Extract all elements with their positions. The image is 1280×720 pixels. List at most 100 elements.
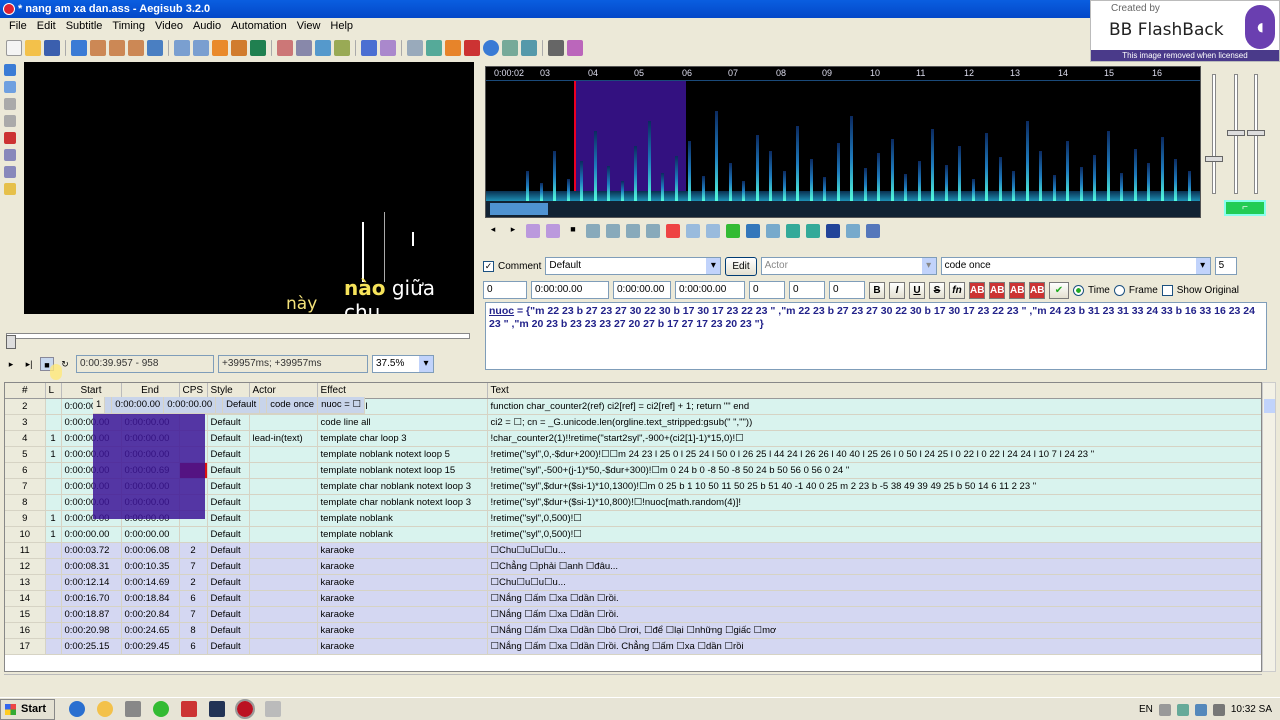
- stop-audio-icon[interactable]: ■: [566, 224, 580, 238]
- cancel-icon[interactable]: [464, 40, 480, 56]
- options-icon[interactable]: [567, 40, 583, 56]
- actor-select[interactable]: Actor: [760, 257, 937, 275]
- jump-video-icon[interactable]: [71, 40, 87, 56]
- tools-icon[interactable]: [548, 40, 564, 56]
- margin-left-field[interactable]: 0: [749, 281, 785, 299]
- play-after-icon[interactable]: [606, 224, 620, 238]
- italic-button[interactable]: I: [889, 281, 905, 299]
- effect-field[interactable]: code once: [940, 257, 1211, 275]
- grid-vertical-scrollbar[interactable]: [1262, 382, 1276, 672]
- col-end[interactable]: End: [121, 383, 180, 399]
- menu-view[interactable]: View: [292, 18, 326, 35]
- audio-selection[interactable]: [574, 81, 686, 203]
- app-icon-5[interactable]: [265, 701, 282, 717]
- jump-end-icon[interactable]: [128, 40, 144, 56]
- font-button[interactable]: fn: [949, 281, 965, 299]
- outline-color-button[interactable]: AB: [1009, 281, 1025, 299]
- timing-postprocessor-icon[interactable]: [296, 40, 312, 56]
- play-to-end-icon[interactable]: [666, 224, 680, 238]
- start-time-field[interactable]: 0:00:00.00: [531, 281, 609, 299]
- col-cps[interactable]: CPS: [179, 383, 208, 399]
- tray-icon[interactable]: [1176, 703, 1189, 716]
- col-effect[interactable]: Effect: [317, 383, 488, 399]
- commit-icon[interactable]: [726, 224, 740, 238]
- bold-button[interactable]: B: [869, 281, 885, 299]
- app-icon-2[interactable]: [153, 701, 170, 717]
- end-time-field[interactable]: 0:00:00.00: [613, 281, 671, 299]
- audio-scrollbar[interactable]: [486, 201, 1200, 217]
- menu-automation[interactable]: Automation: [226, 18, 292, 35]
- app-icon-4[interactable]: [209, 701, 226, 717]
- primary-color-button[interactable]: AB: [969, 281, 985, 299]
- table-row[interactable]: 10 1 0:00:00.00 0:00:00.00 Default template n…: [5, 526, 1261, 543]
- autonext-icon[interactable]: [786, 224, 800, 238]
- browser-icon[interactable]: [69, 701, 86, 717]
- video-details-icon[interactable]: [483, 40, 499, 56]
- table-row[interactable]: 12 0:00:08.31 0:00:10.35 7 Default karaoke ☐Ch…: [5, 558, 1261, 575]
- network-icon[interactable]: [1194, 703, 1207, 716]
- styles-manager-icon[interactable]: [212, 40, 228, 56]
- audio-spectrum[interactable]: 0:00:02 03 04 05 06 07 08 09 10 11 12 13…: [485, 66, 1201, 218]
- margin-vertical-field[interactable]: 0: [829, 281, 865, 299]
- play-first-icon[interactable]: [626, 224, 640, 238]
- snap-end-icon[interactable]: [426, 40, 442, 56]
- spectrum-mode-icon[interactable]: [826, 224, 840, 238]
- duration-field[interactable]: 0:00:00.00: [675, 281, 745, 299]
- table-row[interactable]: 1 0:00:00.00 0:00:00.00 Default code once nuo…: [93, 397, 366, 519]
- menu-help[interactable]: Help: [325, 18, 358, 35]
- subtitle-text-editor[interactable]: nuoc = {"m 22 23 b 27 23 27 30 22 30 b 1…: [485, 302, 1267, 370]
- attachments-icon[interactable]: [231, 40, 247, 56]
- strikeout-button[interactable]: S: [929, 281, 945, 299]
- col-style[interactable]: Style: [207, 383, 250, 399]
- col-start[interactable]: Start: [61, 383, 122, 399]
- new-file-icon[interactable]: [6, 40, 22, 56]
- save-icon[interactable]: [44, 40, 60, 56]
- resample-icon[interactable]: [277, 40, 293, 56]
- menu-video[interactable]: Video: [150, 18, 188, 35]
- horizontal-zoom-slider[interactable]: [1212, 74, 1216, 194]
- aegisub-taskbar-icon[interactable]: [235, 699, 256, 719]
- margin-right-field[interactable]: 0: [789, 281, 825, 299]
- commit-check-icon[interactable]: ✔: [1049, 281, 1069, 299]
- menu-subtitle[interactable]: Subtitle: [61, 18, 108, 35]
- automation-icon[interactable]: [361, 40, 377, 56]
- kanji-timer-icon[interactable]: [315, 40, 331, 56]
- standard-tool-icon[interactable]: [4, 64, 16, 76]
- col-number[interactable]: #: [5, 383, 46, 399]
- table-row[interactable]: 14 0:00:16.70 0:00:18.84 6 Default karaoke ☐Nắ…: [5, 590, 1261, 607]
- jump-start-icon[interactable]: [109, 40, 125, 56]
- open-folder-icon[interactable]: [25, 40, 41, 56]
- menu-timing[interactable]: Timing: [107, 18, 150, 35]
- tray-icon[interactable]: [1158, 703, 1171, 716]
- video-zoom-select[interactable]: 37.5%: [372, 355, 434, 373]
- start-button[interactable]: Start: [0, 698, 56, 720]
- volume-icon[interactable]: [1212, 703, 1225, 716]
- frame-radio[interactable]: [1113, 284, 1125, 296]
- play-selection-icon[interactable]: [526, 224, 540, 238]
- slider-knob[interactable]: [1205, 156, 1223, 162]
- spell-check-icon[interactable]: [334, 40, 350, 56]
- video-seek-bar[interactable]: [6, 333, 470, 339]
- help-tool-icon[interactable]: [4, 183, 16, 195]
- play-line-icon[interactable]: ▸|: [22, 357, 36, 371]
- translation-assistant-icon[interactable]: [380, 40, 396, 56]
- video-seek-thumb[interactable]: [6, 335, 16, 349]
- scale-tool-icon[interactable]: [4, 132, 16, 144]
- menu-file[interactable]: File: [4, 18, 32, 35]
- grid-scroll-thumb[interactable]: [1264, 399, 1275, 413]
- audio-commit-button[interactable]: ⌐: [1224, 200, 1266, 216]
- karaoke-mode-icon[interactable]: [846, 224, 860, 238]
- shift-times-icon[interactable]: [445, 40, 461, 56]
- app-icon-1[interactable]: [125, 701, 142, 717]
- app-icon-3[interactable]: [181, 701, 198, 717]
- underline-button[interactable]: U: [909, 281, 925, 299]
- show-original-checkbox[interactable]: [1161, 284, 1173, 296]
- fonts-collector-icon[interactable]: [250, 40, 266, 56]
- audio-scroll-thumb[interactable]: [490, 203, 548, 215]
- find-icon[interactable]: [174, 40, 190, 56]
- margin-value-field[interactable]: 5: [1214, 257, 1237, 275]
- drag-tool-icon[interactable]: [4, 81, 16, 93]
- explorer-icon[interactable]: [97, 701, 114, 717]
- rotate-z-icon[interactable]: [4, 98, 16, 110]
- col-actor[interactable]: Actor: [249, 383, 318, 399]
